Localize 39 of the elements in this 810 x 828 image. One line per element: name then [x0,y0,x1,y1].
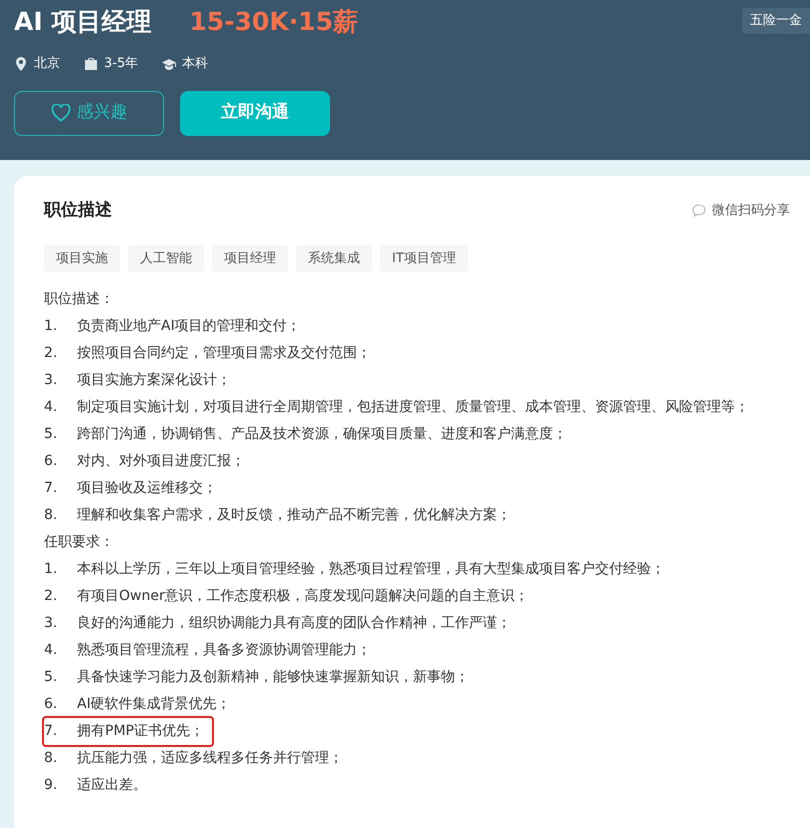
chat-button[interactable]: 立即沟通 [180,90,330,136]
skill-tag: 项目实施 [44,244,120,272]
section-title: 职位描述 [44,199,112,222]
briefcase-icon [84,56,98,71]
salary-text: 15-30K·15薪 [189,6,358,38]
benefit-badge: 五险一金 [742,8,810,34]
list-item: 5. 跨部门沟通，协调销售、产品及技术资源，确保项目质量、进度和客户满意度； [44,425,567,444]
list-item: 8. 抗压能力强，适应多线程多任务并行管理； [44,749,343,768]
job-title: AI 项目经理 [14,6,152,38]
list-item: 7. 拥有PMP证书优先； [44,718,212,745]
skill-tag: 项目经理 [212,244,288,272]
list-item: 3. 项目实施方案深化设计； [44,371,231,390]
location-pin-icon [14,56,28,71]
list-item: 4. 制定项目实施计划，对项目进行全周期管理，包括进度管理、质量管理、成本管理、资源管理、风险管理等； [44,398,749,417]
list-item: 4. 熟悉项目管理流程，具备多资源协调管理能力； [44,641,371,660]
list-item: 6. 对内、对外项目进度汇报； [44,452,245,471]
list-item: 2. 有项目Owner意识，工作态度积极，高度发现问题解决问题的自主意识； [44,587,529,606]
section-heading: 任职要求： [44,533,115,552]
skill-tag: IT项目管理 [380,244,468,272]
section-heading: 职位描述： [44,290,115,309]
list-item: 6. AI硬软件集成背景优先； [44,695,231,714]
list-item: 2. 按照项目合同约定，管理项目需求及交付范围； [44,344,371,363]
chat-bubble-icon [692,204,706,218]
meta-text: 本科 [182,55,208,73]
heart-icon [50,104,70,122]
interested-button[interactable]: 感兴趣 [14,90,164,136]
list-item: 8. 理解和收集客户需求，及时反馈，推动产品不断完善，优化解决方案； [44,506,511,525]
share-link[interactable]: 微信扫码分享 [692,201,790,220]
list-item: 1. 负责商业地产AI项目的管理和交付； [44,317,301,336]
list-item: 7. 项目验收及运维移交； [44,479,217,498]
meta-text: 北京 [34,55,60,73]
list-item: 9. 适应出差。 [44,776,147,795]
skill-tag: 人工智能 [128,244,204,272]
list-item: 1. 本科以上学历，三年以上项目管理经验，熟悉项目过程管理，具有大型集成项目客户交付经验； [44,560,665,579]
skill-tag: 系统集成 [296,244,372,272]
list-item: 3. 良好的沟通能力，组织协调能力具有高度的团队合作精神，工作严谨； [44,614,511,633]
list-item: 5. 具备快速学习能力及创新精神，能够快速掌握新知识，新事物； [44,668,469,687]
graduation-cap-icon [162,56,176,71]
meta-text: 3-5年 [104,55,138,73]
